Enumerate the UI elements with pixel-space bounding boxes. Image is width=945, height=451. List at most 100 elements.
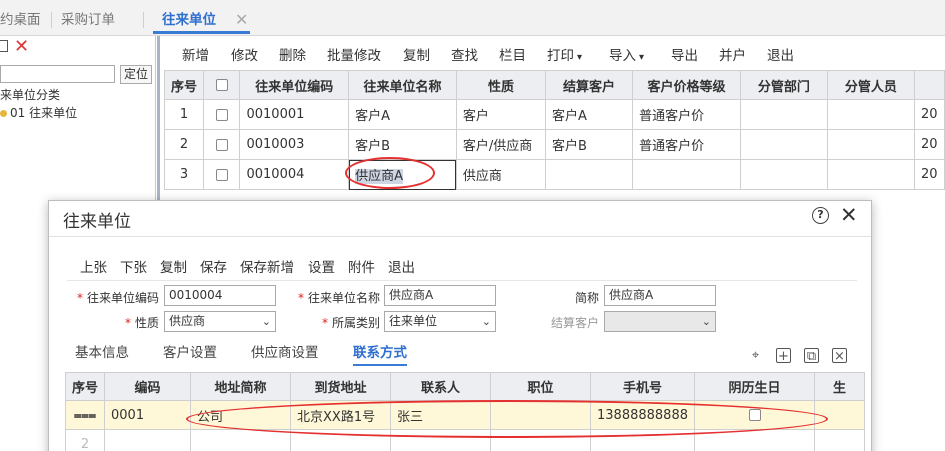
position-cell[interactable]: [490, 429, 592, 451]
delivery-address-cell[interactable]: 北京XX路1号: [290, 400, 392, 430]
unit-name-cell[interactable]: 客户A: [348, 99, 457, 130]
column-header[interactable]: 序号: [64, 372, 106, 401]
batch-modify-button[interactable]: 批量修改: [327, 44, 381, 64]
mobile-cell[interactable]: 13888888888: [590, 400, 695, 430]
export-button[interactable]: 导出: [671, 44, 698, 64]
department-cell[interactable]: [739, 129, 828, 160]
settings-button[interactable]: 设置: [308, 256, 335, 276]
checkbox[interactable]: [215, 168, 228, 181]
exit-button[interactable]: 退出: [388, 256, 415, 276]
column-header[interactable]: 往来单位名称: [348, 70, 457, 100]
contact-code-cell[interactable]: 0001: [104, 400, 192, 430]
date-cell[interactable]: 20: [913, 159, 945, 190]
column-header[interactable]: 分管部门: [739, 70, 828, 100]
category-select[interactable]: 往来单位 ⌄: [384, 311, 496, 332]
tree-root-node[interactable]: 来单位分类: [0, 86, 60, 103]
column-header[interactable]: 生: [814, 372, 865, 401]
code-field[interactable]: 0010004: [164, 285, 276, 306]
unit-name-cell[interactable]: 客户B: [348, 129, 457, 160]
previous-button[interactable]: 上张: [80, 256, 107, 276]
lunar-birthday-cell[interactable]: [694, 400, 815, 430]
find-button[interactable]: 查找: [451, 44, 478, 64]
price-level-cell[interactable]: [632, 159, 741, 190]
modify-button[interactable]: 修改: [231, 44, 258, 64]
tree-child-node[interactable]: 01 往来单位: [0, 104, 77, 121]
contact-person-cell[interactable]: [390, 429, 492, 451]
staff-cell[interactable]: [826, 129, 915, 160]
merge-button[interactable]: 并户: [719, 44, 746, 64]
locate-button[interactable]: 定位: [120, 65, 152, 84]
contact-person-cell[interactable]: 张三: [390, 400, 492, 430]
column-header[interactable]: 联系人: [390, 372, 492, 401]
next-button[interactable]: 下张: [120, 256, 147, 276]
column-header[interactable]: 阴历生日: [694, 372, 815, 401]
columns-button[interactable]: 栏目: [499, 44, 526, 64]
unit-code-cell[interactable]: 0010003: [239, 129, 350, 160]
staff-cell[interactable]: [826, 99, 915, 130]
department-cell[interactable]: [739, 159, 828, 190]
add-row-icon[interactable]: +: [776, 348, 791, 364]
staff-cell[interactable]: [826, 159, 915, 190]
row-checkbox[interactable]: [203, 159, 241, 190]
row-checkbox[interactable]: [203, 129, 241, 160]
column-header[interactable]: 到货地址: [290, 372, 392, 401]
price-level-cell[interactable]: 普通客户价: [632, 99, 741, 130]
column-header[interactable]: 客户价格等级: [632, 70, 741, 100]
copy-button[interactable]: 复制: [160, 256, 187, 276]
table-row[interactable]: 2: [64, 429, 865, 451]
address-short-cell[interactable]: 公司: [190, 400, 292, 430]
row-edit-icon[interactable]: ⩶: [64, 400, 106, 430]
delivery-address-cell[interactable]: [290, 429, 392, 451]
contact-code-cell[interactable]: [104, 429, 192, 451]
checkbox[interactable]: [215, 108, 228, 121]
column-header[interactable]: 序号: [163, 70, 205, 100]
column-header[interactable]: 分管人员: [826, 70, 915, 100]
mobile-cell[interactable]: [590, 429, 695, 451]
table-row[interactable]: 3 0010004 供应商A 供应商 20: [163, 159, 945, 190]
copy-button[interactable]: 复制: [403, 44, 430, 64]
delete-button[interactable]: 删除: [279, 44, 306, 64]
date-cell[interactable]: 20: [913, 129, 945, 160]
column-header[interactable]: 手机号: [590, 372, 695, 401]
table-row[interactable]: 1 0010001 客户A 客户 客户A 普通客户价 20: [163, 99, 945, 130]
location-pin-icon[interactable]: ⌖: [748, 348, 763, 363]
settle-customer-cell[interactable]: 客户A: [545, 99, 634, 130]
extra-cell[interactable]: [814, 400, 865, 430]
select-all-checkbox[interactable]: [203, 70, 241, 100]
settle-customer-cell[interactable]: [545, 159, 634, 190]
position-cell[interactable]: [490, 400, 592, 430]
checkbox[interactable]: [215, 79, 228, 91]
save-button[interactable]: 保存: [200, 256, 227, 276]
column-header[interactable]: 性质: [455, 70, 547, 100]
help-icon[interactable]: ?: [812, 207, 829, 224]
close-icon[interactable]: ✕: [840, 203, 858, 227]
attachment-button[interactable]: 附件: [348, 256, 375, 276]
table-row[interactable]: 2 0010003 客户B 客户/供应商 客户B 普通客户价 20: [163, 129, 945, 160]
exit-button[interactable]: 退出: [767, 44, 794, 64]
print-button[interactable]: 打印 ▾: [547, 44, 582, 64]
department-cell[interactable]: [739, 99, 828, 130]
nature-cell[interactable]: 客户: [455, 99, 547, 130]
copy-row-icon[interactable]: ⧉: [804, 348, 819, 364]
price-level-cell[interactable]: 普通客户价: [632, 129, 741, 160]
tab-customer-settings[interactable]: 客户设置: [163, 341, 217, 361]
add-button[interactable]: 新增: [182, 44, 209, 64]
tab-purchase-order[interactable]: 采购订单: [61, 8, 115, 34]
short-name-field[interactable]: 供应商A: [604, 285, 716, 306]
date-cell[interactable]: 20: [913, 99, 945, 130]
close-icon[interactable]: ✕: [235, 8, 248, 32]
tab-basic-info[interactable]: 基本信息: [75, 341, 129, 361]
tab-supplier-settings[interactable]: 供应商设置: [251, 341, 319, 361]
unit-code-cell[interactable]: 0010004: [239, 159, 350, 190]
nature-cell[interactable]: 供应商: [455, 159, 547, 190]
nature-select[interactable]: 供应商 ⌄: [164, 311, 276, 332]
address-short-cell[interactable]: [190, 429, 292, 451]
tab-desktop[interactable]: 约桌面: [0, 8, 41, 34]
column-header[interactable]: [913, 70, 945, 100]
save-and-new-button[interactable]: 保存新增: [240, 256, 294, 276]
import-button[interactable]: 导入 ▾: [609, 44, 644, 64]
column-header[interactable]: 职位: [490, 372, 592, 401]
tab-contact-info[interactable]: 联系方式: [353, 341, 407, 366]
name-field[interactable]: 供应商A: [384, 285, 496, 306]
tab-business-units[interactable]: 往来单位 ✕: [153, 8, 250, 34]
